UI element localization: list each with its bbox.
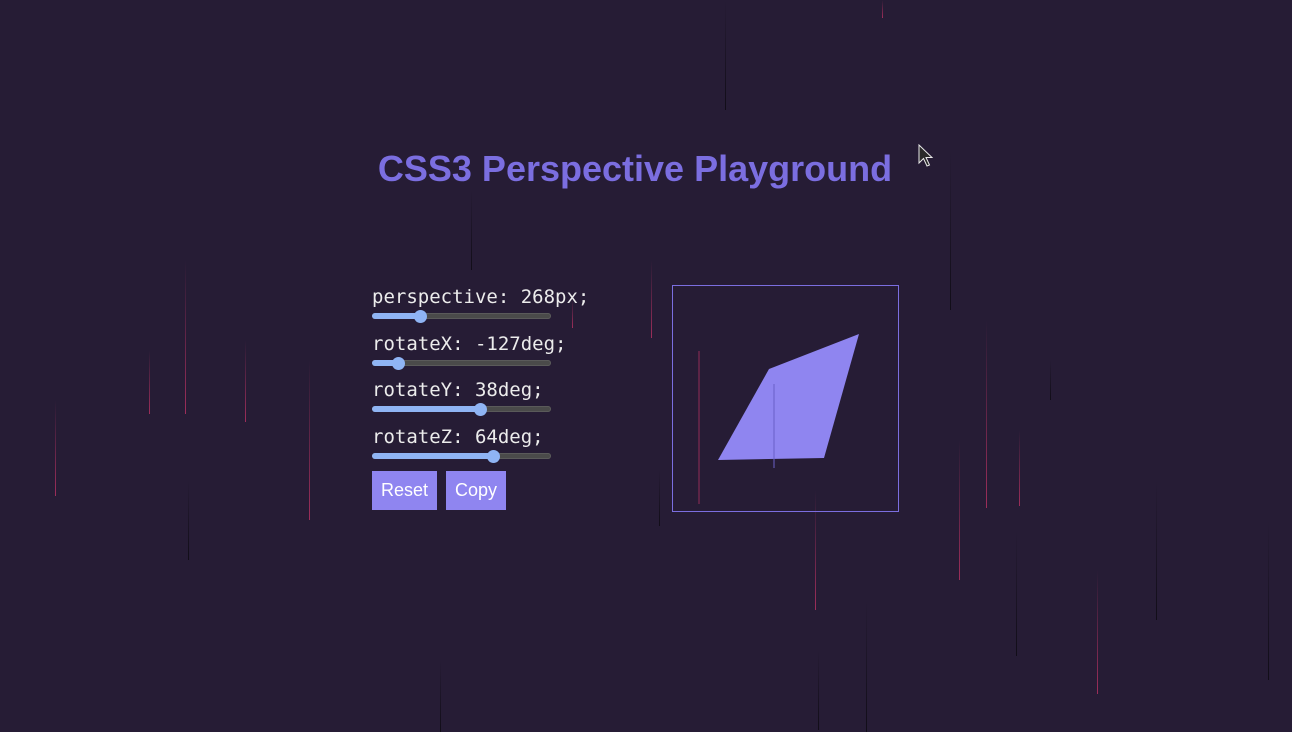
transformed-square xyxy=(718,334,859,460)
copy-button[interactable]: Copy xyxy=(446,471,507,510)
page: CSS3 Perspective Playground perspective:… xyxy=(0,0,1292,732)
rotatez-control: rotateZ: 64deg; xyxy=(372,425,632,472)
background-streak xyxy=(882,0,883,18)
slider-thumb[interactable] xyxy=(413,310,427,323)
slider-fill xyxy=(372,406,481,412)
background-streak xyxy=(245,340,246,422)
mouse-pointer-icon xyxy=(918,143,934,173)
background-streak xyxy=(1016,530,1017,656)
rotatex-label: rotateX: -127deg; xyxy=(372,332,567,355)
background-streak xyxy=(149,350,150,414)
background-streak xyxy=(471,190,472,270)
background-streak xyxy=(309,360,310,520)
perspective-label: perspective: 268px; xyxy=(372,286,590,308)
background-streak xyxy=(866,600,867,732)
background-streak xyxy=(1019,430,1020,506)
background-streak xyxy=(818,650,819,730)
background-streak xyxy=(986,320,987,508)
perspective-slider[interactable] xyxy=(372,309,551,323)
background-streak xyxy=(959,440,960,580)
rotatey-slider[interactable] xyxy=(372,402,551,416)
background-streak xyxy=(1268,520,1269,680)
slider-thumb[interactable] xyxy=(487,449,501,463)
background-streak xyxy=(55,400,56,496)
preview-box xyxy=(672,285,899,512)
slider-thumb[interactable] xyxy=(392,356,406,370)
background-streak xyxy=(185,260,186,414)
rotatez-label: rotateZ: 64deg; xyxy=(372,425,544,448)
slider-fill xyxy=(372,313,420,319)
rotatex-slider[interactable] xyxy=(372,356,551,370)
background-streak xyxy=(440,660,441,732)
background-streak xyxy=(659,470,660,526)
background-streak xyxy=(725,0,726,110)
background-streak xyxy=(1097,570,1098,694)
background-streak xyxy=(1050,360,1051,400)
background-streak xyxy=(651,260,652,338)
reset-button[interactable]: Reset xyxy=(372,471,438,510)
slider-thumb[interactable] xyxy=(474,403,488,416)
rotatez-slider[interactable] xyxy=(372,449,551,463)
rotatex-control: rotateX: -127deg; xyxy=(372,332,632,379)
preview-canvas xyxy=(698,334,859,504)
action-buttons: Reset Copy xyxy=(372,471,507,510)
rotatey-control: rotateY: 38deg; xyxy=(372,378,632,425)
perspective-control: perspective: 268px; xyxy=(372,285,632,332)
rotatey-label: rotateY: 38deg; xyxy=(372,379,544,401)
page-title: CSS3 Perspective Playground xyxy=(377,148,893,189)
background-streak xyxy=(1156,480,1157,620)
background-streak xyxy=(188,480,189,560)
slider-fill xyxy=(372,452,494,459)
controls-panel: perspective: 268px; rotateX: -127deg; ro… xyxy=(372,285,632,471)
